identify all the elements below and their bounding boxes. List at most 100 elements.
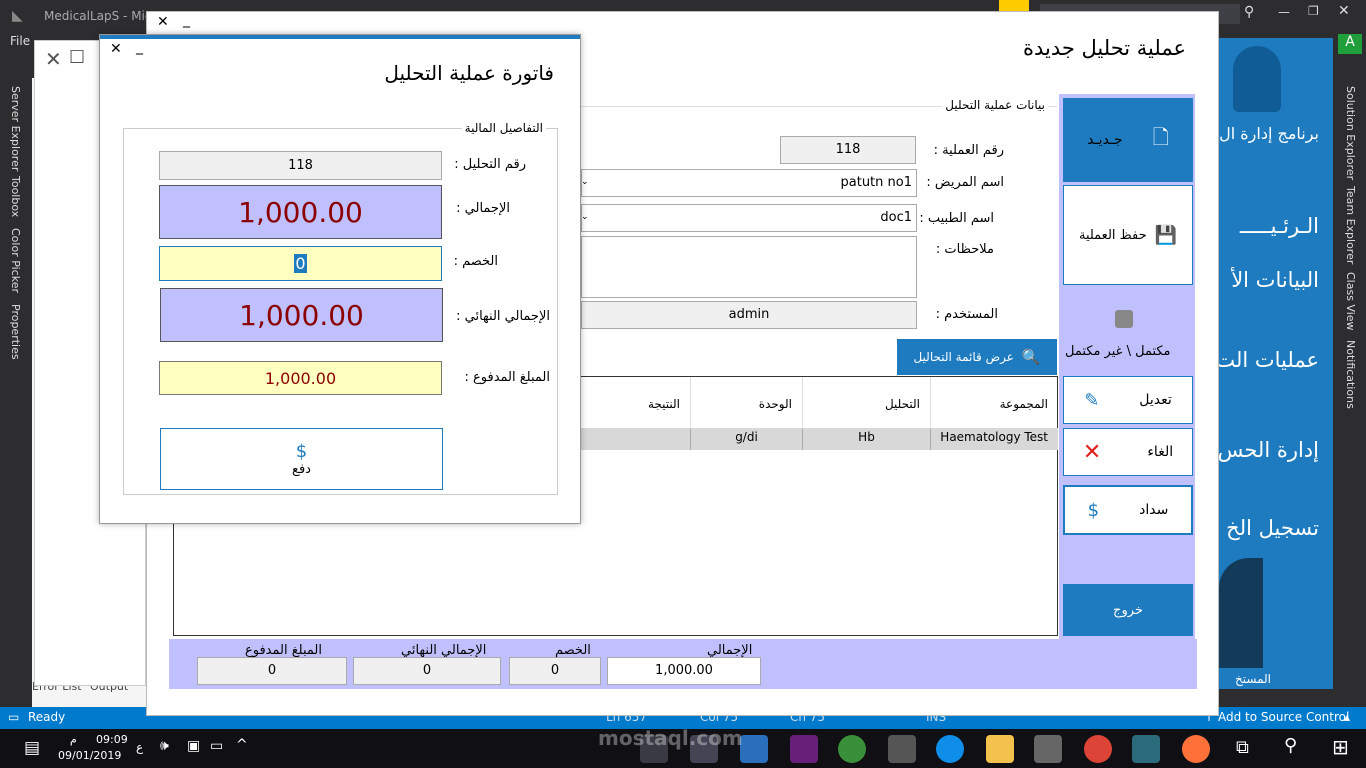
cancel-button[interactable]: الغاء ✕ bbox=[1063, 428, 1193, 476]
server-explorer-tab[interactable]: Server Explorer bbox=[9, 86, 22, 171]
task-view-icon[interactable]: ⧉ bbox=[1236, 737, 1249, 758]
menu-data[interactable]: البيانات الأ bbox=[1231, 268, 1319, 292]
col-unit[interactable]: الوحدة bbox=[690, 377, 802, 427]
tools-icon[interactable] bbox=[1034, 735, 1062, 763]
patient-combobox[interactable]: patutn no1 bbox=[581, 169, 917, 197]
notes-textarea[interactable] bbox=[581, 236, 917, 298]
test-number-label: رقم التحليل : bbox=[454, 157, 526, 172]
final-total-label: الإجمالي النهائي bbox=[401, 643, 487, 658]
window-title: عملية تحليل جديدة bbox=[1022, 36, 1186, 60]
menu-accounts[interactable]: إدارة الحس bbox=[1219, 438, 1319, 462]
search-icon[interactable]: ⚲ bbox=[1284, 735, 1297, 756]
total-display: 1,000.00 bbox=[159, 185, 442, 239]
properties-tab[interactable]: Properties bbox=[9, 304, 22, 360]
start-icon[interactable]: ⊞ bbox=[1332, 735, 1349, 759]
cell-group[interactable]: Haematology Test bbox=[930, 428, 1058, 450]
cell-test[interactable]: Hb bbox=[802, 428, 930, 450]
close-icon[interactable]: ✕ bbox=[45, 47, 62, 71]
col-result[interactable]: النتيجة bbox=[582, 377, 690, 427]
final-total-display: 1,000.00 bbox=[160, 288, 443, 342]
volume-icon[interactable]: 🕪 bbox=[160, 738, 169, 754]
notifications-tab[interactable]: Notifications bbox=[1344, 340, 1357, 409]
pay-button-label: سداد bbox=[1139, 502, 1169, 518]
watermark: mostaql.com bbox=[598, 726, 743, 750]
class-view-tab[interactable]: Class View bbox=[1344, 272, 1357, 331]
team-explorer-tab[interactable]: Team Explorer bbox=[1344, 186, 1357, 264]
action-center-icon[interactable]: ▤ bbox=[24, 738, 40, 758]
app-side-menu: برنامج إدارة ال الـرئـيـــــ البيانات ال… bbox=[1219, 38, 1333, 689]
col-group[interactable]: المجموعة bbox=[930, 377, 1058, 427]
maximize-icon[interactable]: ☐ bbox=[69, 47, 85, 68]
show-tests-button[interactable]: 🔍 عرض قائمة التحاليل bbox=[897, 339, 1057, 375]
edit-button[interactable]: تعديل ✎ bbox=[1063, 376, 1193, 424]
firefox-icon[interactable] bbox=[1182, 735, 1210, 763]
clock-time[interactable]: 09:09 bbox=[96, 733, 128, 746]
add-source-control[interactable]: Add to Source Control bbox=[1218, 710, 1349, 724]
save-button[interactable]: 💾 حفظ العملية bbox=[1063, 185, 1193, 285]
financial-group-title: التفاصيل المالية bbox=[461, 121, 546, 135]
teamviewer-icon[interactable] bbox=[936, 735, 964, 763]
paid-label: المبلغ المدفوع : bbox=[464, 370, 550, 385]
account-badge[interactable]: A bbox=[1338, 34, 1362, 54]
close-icon[interactable]: ✕ bbox=[1338, 3, 1350, 19]
col-test[interactable]: التحليل bbox=[802, 377, 930, 427]
show-hidden-icons[interactable]: ^ bbox=[236, 737, 248, 753]
taskbar-app-icon[interactable] bbox=[1132, 735, 1160, 763]
pay-confirm-label: دفع bbox=[292, 462, 311, 477]
solution-explorer-tab[interactable]: Solution Explorer bbox=[1344, 86, 1357, 180]
test-number-field: 118 bbox=[159, 151, 442, 180]
new-button-label: جـديـد bbox=[1087, 132, 1123, 148]
complete-checkbox[interactable] bbox=[1115, 310, 1133, 328]
minimize-icon[interactable]: _ bbox=[136, 39, 143, 55]
discount-label: الخصم bbox=[555, 643, 591, 658]
toolbox-tab[interactable]: Toolbox bbox=[9, 176, 22, 217]
close-icon[interactable]: ✕ bbox=[110, 41, 122, 57]
source-control-dropdown-icon[interactable]: ▴ bbox=[1344, 710, 1350, 724]
pay-button[interactable]: سداد $ bbox=[1063, 485, 1193, 535]
invoice-dialog: ✕ _ فاتورة عملية التحليل التفاصيل المالي… bbox=[99, 34, 581, 524]
cell-result[interactable] bbox=[582, 428, 690, 450]
save-button-label: حفظ العملية bbox=[1078, 227, 1147, 243]
discount-field: 0 bbox=[509, 657, 601, 685]
menu-file[interactable]: File bbox=[10, 34, 30, 48]
search-doc-icon: 🔍 bbox=[1021, 348, 1041, 366]
menu-operations[interactable]: عمليات الت bbox=[1219, 348, 1319, 372]
network-icon[interactable]: ▣ bbox=[187, 738, 200, 754]
edit-button-label: تعديل bbox=[1139, 392, 1172, 408]
clock-date[interactable]: 09/01/2019 bbox=[58, 749, 121, 762]
visual-studio-icon[interactable] bbox=[790, 735, 818, 763]
color-picker-tab[interactable]: Color Picker bbox=[9, 228, 22, 293]
taskbar-app-icon[interactable] bbox=[740, 735, 768, 763]
pay-confirm-button[interactable]: $ دفع bbox=[160, 428, 443, 490]
vs-logo-icon: ◣ bbox=[12, 8, 23, 24]
file-explorer-icon[interactable] bbox=[986, 735, 1014, 763]
battery-icon[interactable]: ▭ bbox=[210, 738, 223, 754]
calculator-icon[interactable] bbox=[888, 735, 916, 763]
input-language[interactable]: ع bbox=[136, 740, 143, 754]
minimize-icon[interactable]: _ bbox=[183, 12, 190, 28]
menu-home[interactable]: الـرئـيـــــ bbox=[1240, 214, 1319, 238]
search-icon[interactable]: ⚲ bbox=[1244, 4, 1254, 20]
cell-unit[interactable]: g/di bbox=[690, 428, 802, 450]
chevron-down-icon[interactable]: ⌄ bbox=[581, 177, 589, 187]
paid-input[interactable]: 1,000.00 bbox=[159, 361, 442, 395]
minimize-icon[interactable]: — bbox=[1278, 5, 1290, 19]
user-avatar-icon bbox=[1219, 558, 1263, 668]
chevron-down-icon[interactable]: ⌄ bbox=[581, 212, 589, 222]
menu-register[interactable]: تسجيل الخ bbox=[1226, 516, 1319, 540]
complete-label: مكتمل \ غير مكتمل bbox=[1065, 344, 1171, 359]
taskbar-app-icon[interactable] bbox=[838, 735, 866, 763]
maximize-icon[interactable]: ❐ bbox=[1308, 4, 1319, 18]
final-total-field: 0 bbox=[353, 657, 501, 685]
money-hand-icon: $ bbox=[1087, 499, 1100, 521]
discount-input[interactable]: 0 bbox=[159, 246, 442, 281]
new-button[interactable]: 🗋 جـديـد bbox=[1063, 98, 1193, 182]
discount-value: 0 bbox=[294, 254, 307, 273]
close-icon[interactable]: ✕ bbox=[157, 14, 169, 30]
chrome-icon[interactable] bbox=[1084, 735, 1112, 763]
dialog-title: فاتورة عملية التحليل bbox=[384, 61, 554, 85]
op-number-label: رقم العملية : bbox=[933, 143, 1004, 158]
doctor-combobox[interactable]: doc1 bbox=[581, 204, 917, 232]
total-label: الإجمالي bbox=[707, 643, 753, 658]
exit-button[interactable]: خروج bbox=[1063, 584, 1193, 636]
